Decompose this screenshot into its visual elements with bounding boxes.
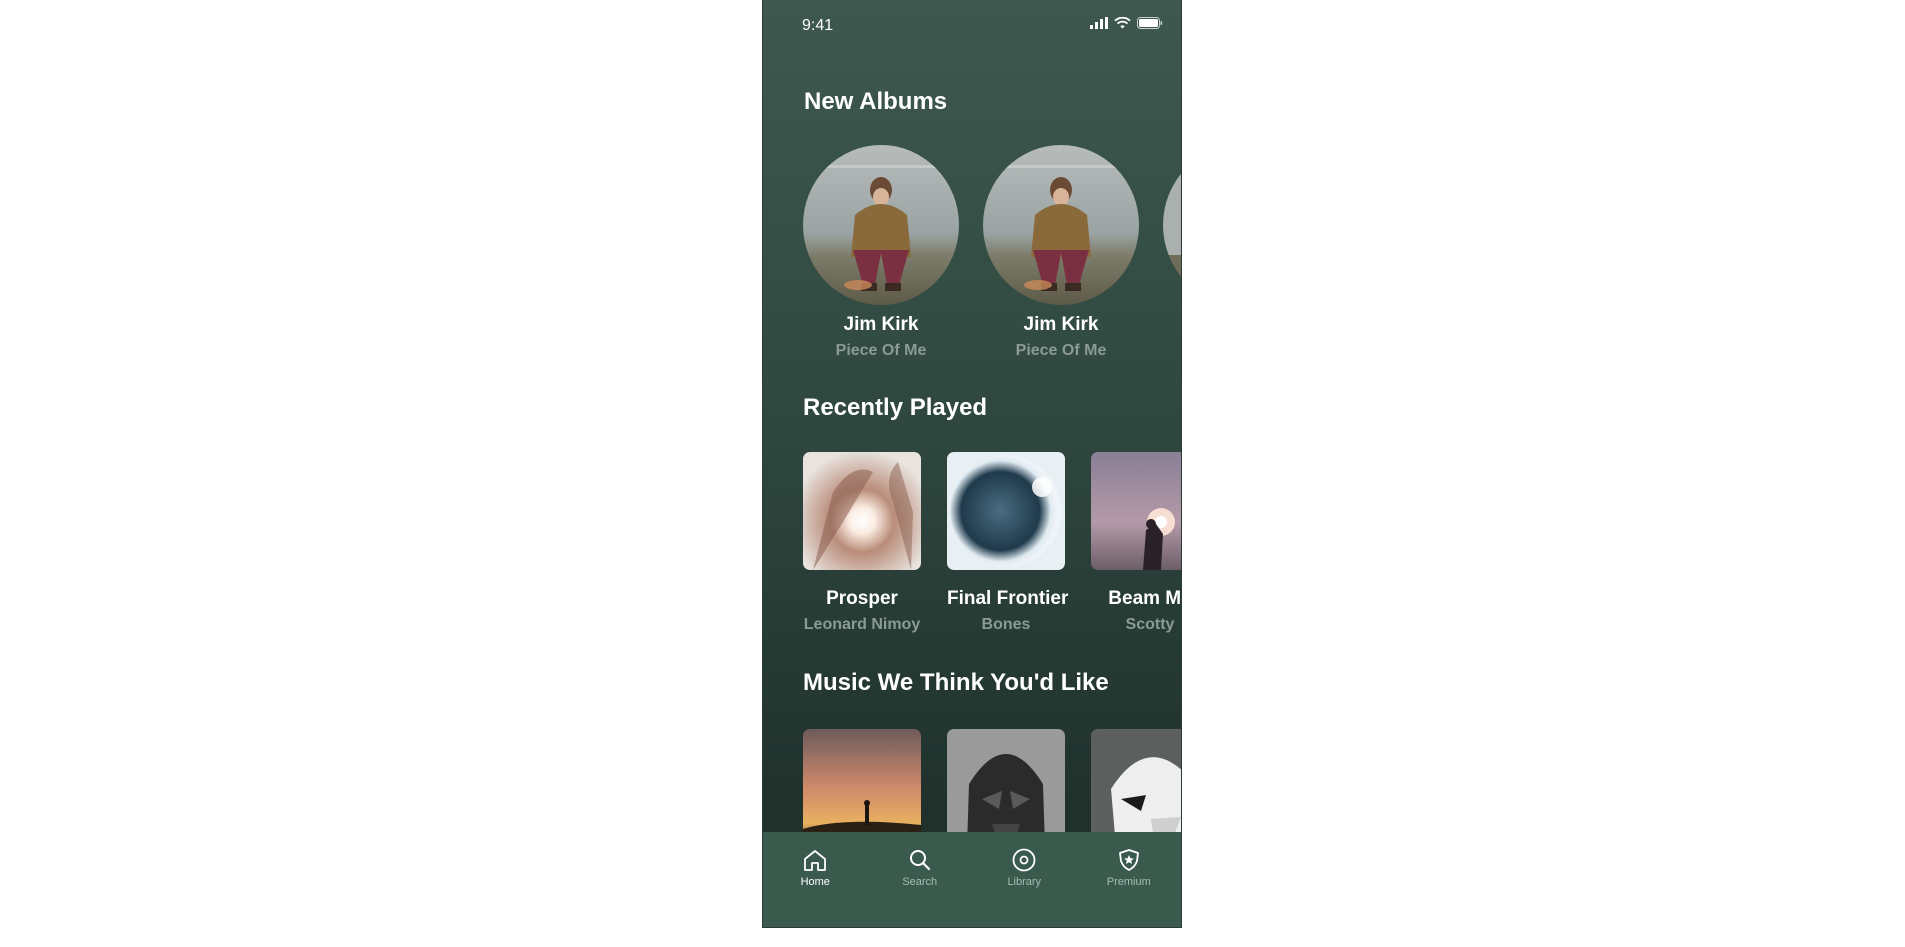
tab-home[interactable]: Home — [763, 832, 868, 927]
album-cover-image — [803, 145, 959, 305]
recommended-card[interactable] — [947, 729, 1065, 847]
new-albums-row: Jim Kirk Piece Of Me Jim Kirk Piece Of M… — [803, 145, 1181, 360]
track-title: Prosper — [826, 588, 898, 609]
album-artist: Jim Kirk — [843, 314, 919, 335]
home-icon — [804, 850, 827, 871]
new-albums-title: New Albums — [804, 88, 948, 115]
track-card[interactable]: Final Frontier Bones — [947, 452, 1069, 634]
tab-premium[interactable]: Premium — [1077, 832, 1182, 927]
shield-star-icon — [1118, 849, 1139, 871]
phone-screen: 9:41 New Albums Jim Kirk Piece Of Me Jim… — [763, 0, 1181, 927]
status-time: 9:41 — [802, 17, 834, 34]
recommended-card[interactable] — [1091, 729, 1181, 847]
tab-label: Premium — [1106, 876, 1151, 888]
recommended-cover-image — [947, 729, 1065, 847]
track-card[interactable]: Beam Me Scotty — [1091, 452, 1181, 634]
album-artist: Jim Kirk — [1023, 314, 1099, 335]
album-cover-image — [983, 145, 1139, 305]
recently-played-title: Recently Played — [803, 394, 988, 421]
tab-label: Library — [1007, 876, 1042, 888]
recently-played-row: Prosper Leonard Nimoy Final Frontier Bon… — [803, 452, 1181, 634]
battery-icon — [1137, 17, 1163, 29]
tab-search[interactable]: Search — [868, 832, 973, 927]
tab-label: Home — [800, 876, 830, 888]
track-title: Final Frontier — [947, 588, 1069, 609]
recommended-row — [803, 729, 1181, 847]
track-artist: Bones — [981, 616, 1031, 633]
track-artist: Scotty — [1125, 616, 1175, 633]
tab-label: Search — [902, 876, 938, 888]
recommended-cover-image — [1091, 729, 1181, 847]
recommended-card[interactable] — [803, 729, 921, 847]
album-cover-image — [1163, 145, 1181, 305]
disc-icon — [1012, 848, 1036, 872]
recommended-title: Music We Think You'd Like — [803, 669, 1109, 696]
wifi-icon — [1114, 17, 1131, 29]
album-title: Piece Of Me — [835, 342, 927, 359]
status-icons — [1090, 17, 1163, 29]
track-artist: Leonard Nimoy — [803, 616, 921, 633]
album-card[interactable]: Jim Kirk Piece Of Me — [983, 145, 1139, 360]
track-cover-image — [947, 452, 1065, 570]
tab-library[interactable]: Library — [972, 832, 1077, 927]
track-cover-image — [803, 452, 921, 570]
signal-icon — [1090, 17, 1108, 29]
album-title: Piece Of Me — [1015, 342, 1107, 359]
status-bar: 9:41 — [763, 0, 1181, 52]
track-card[interactable]: Prosper Leonard Nimoy — [803, 452, 921, 634]
track-title: Beam Me — [1108, 588, 1181, 609]
tab-bar: Home Search Library Premium — [763, 832, 1181, 927]
album-card[interactable] — [1163, 145, 1181, 360]
album-card[interactable]: Jim Kirk Piece Of Me — [803, 145, 959, 360]
track-cover-image — [1091, 452, 1181, 570]
search-icon — [909, 850, 930, 871]
recommended-cover-image — [803, 729, 921, 847]
